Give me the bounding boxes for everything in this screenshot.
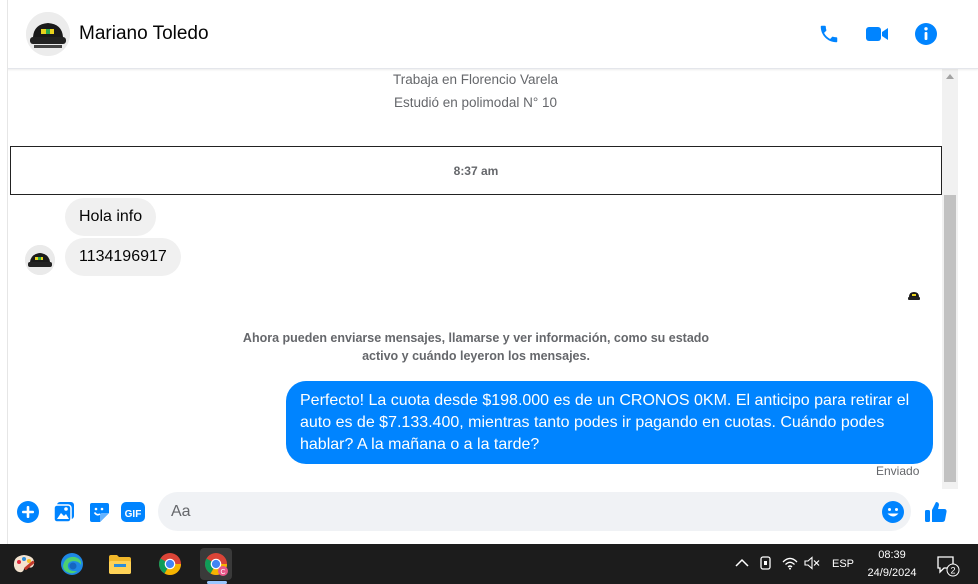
chrome-profile-icon[interactable]: C [200, 548, 232, 580]
thumbs-up-icon[interactable] [923, 499, 949, 525]
notification-count: 2 [950, 566, 955, 576]
sticker-icon[interactable] [86, 499, 112, 525]
volume-muted-icon[interactable] [803, 554, 821, 572]
profile-education-info: Estudió en polimodal N° 10 [394, 95, 557, 110]
gif-icon[interactable]: GIF [120, 499, 146, 525]
input-language[interactable]: ESP [829, 558, 857, 570]
left-margin [0, 0, 8, 544]
messenger-window: Trabaja en Florencio Varela Estudió en p… [0, 0, 978, 584]
video-camera-icon[interactable] [864, 21, 890, 47]
clock-date[interactable]: 24/9/2024 [860, 567, 924, 579]
clock-time[interactable]: 08:39 [860, 549, 924, 561]
profile-work-info: Trabaja en Florencio Varela [392, 72, 559, 87]
incoming-message-1[interactable]: Hola info [65, 198, 157, 236]
message-timestamp: 8:37 am [10, 146, 942, 195]
contact-avatar-small[interactable] [25, 245, 55, 275]
message-input[interactable] [158, 492, 911, 531]
contact-name[interactable]: Mariano Toledo [79, 23, 209, 45]
system-note: Ahora pueden enviarse mensajes, llamarse… [242, 331, 710, 363]
chevron-up-icon[interactable] [733, 554, 751, 572]
plus-icon[interactable] [15, 499, 41, 525]
svg-text:C: C [220, 569, 225, 576]
image-icon[interactable] [51, 499, 77, 525]
meet-now-icon[interactable] [757, 554, 775, 572]
scroll-up-arrow-icon[interactable] [946, 74, 954, 79]
chrome-icon[interactable] [154, 548, 186, 580]
notification-center-icon[interactable]: 2 [935, 555, 961, 577]
info-icon[interactable] [913, 21, 939, 47]
contact-avatar[interactable] [26, 12, 70, 56]
seen-indicator-avatar [906, 288, 922, 304]
gif-label: GIF [125, 509, 142, 520]
sent-status: Enviado [876, 464, 920, 478]
edge-icon[interactable] [56, 548, 88, 580]
outgoing-message[interactable]: Perfecto! La cuota desde $198.000 es de … [286, 381, 933, 464]
emoji-icon[interactable] [880, 499, 906, 525]
paint-icon[interactable] [8, 548, 40, 580]
chat-area: Trabaja en Florencio Varela Estudió en p… [9, 69, 942, 489]
file-explorer-icon[interactable] [104, 548, 136, 580]
wifi-icon[interactable] [781, 554, 799, 572]
chat-header: Mariano Toledo [0, 0, 978, 69]
phone-icon[interactable] [816, 21, 842, 47]
scrollbar-thumb[interactable] [944, 195, 956, 482]
incoming-message-2[interactable]: 1134196917 [65, 238, 181, 276]
right-margin [958, 69, 978, 544]
